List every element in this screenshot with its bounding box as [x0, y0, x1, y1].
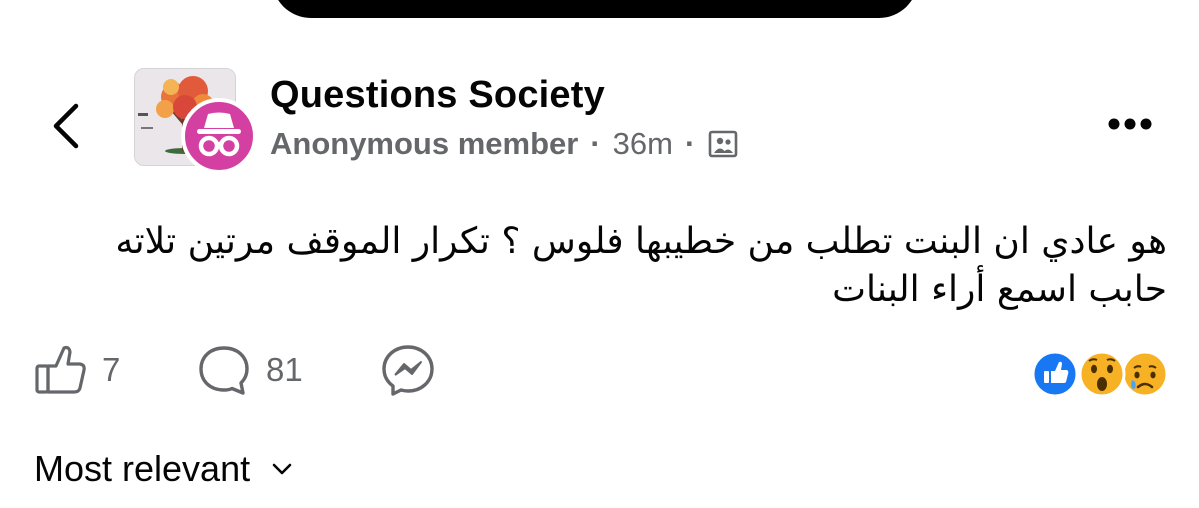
group-name[interactable]: Questions Society: [270, 74, 605, 117]
post-meta: Anonymous member · 36m ·: [270, 126, 739, 162]
comment-sort-dropdown[interactable]: Most relevant: [34, 448, 294, 490]
members-photo-icon[interactable]: [707, 128, 739, 160]
send-in-messenger-button[interactable]: [380, 342, 436, 398]
like-button[interactable]: 7: [34, 342, 120, 398]
incognito-icon: [197, 112, 241, 157]
more-options-button[interactable]: [1098, 110, 1162, 138]
post-time[interactable]: 36m: [613, 126, 673, 162]
back-button[interactable]: [36, 96, 96, 156]
messenger-icon: [382, 345, 434, 396]
device-notch: [272, 0, 918, 18]
sort-label: Most relevant: [34, 448, 251, 489]
wow-reaction-icon: [1078, 350, 1126, 398]
anonymous-member-badge: [181, 98, 257, 174]
thumbs-up-icon: [35, 345, 86, 394]
like-reaction-icon: [1031, 350, 1079, 398]
chevron-down-icon: [272, 463, 292, 475]
comment-button[interactable]: 81: [196, 342, 303, 398]
author-name[interactable]: Anonymous member: [270, 126, 578, 162]
reaction-icons: [1031, 350, 1169, 398]
reactions-summary[interactable]: [1030, 349, 1170, 399]
more-horizontal-icon: [1108, 118, 1152, 130]
chevron-left-icon: [53, 103, 79, 149]
comment-count: 81: [266, 351, 303, 388]
post-text: هو عادي ان البنت تطلب من خطيبها فلوس ؟ ت…: [115, 221, 1167, 310]
sad-reaction-icon: [1121, 350, 1169, 398]
comment-bubble-icon: [199, 346, 249, 395]
separator-dot: ·: [590, 126, 601, 161]
like-count: 7: [102, 351, 121, 388]
separator-dot: ·: [684, 126, 696, 161]
